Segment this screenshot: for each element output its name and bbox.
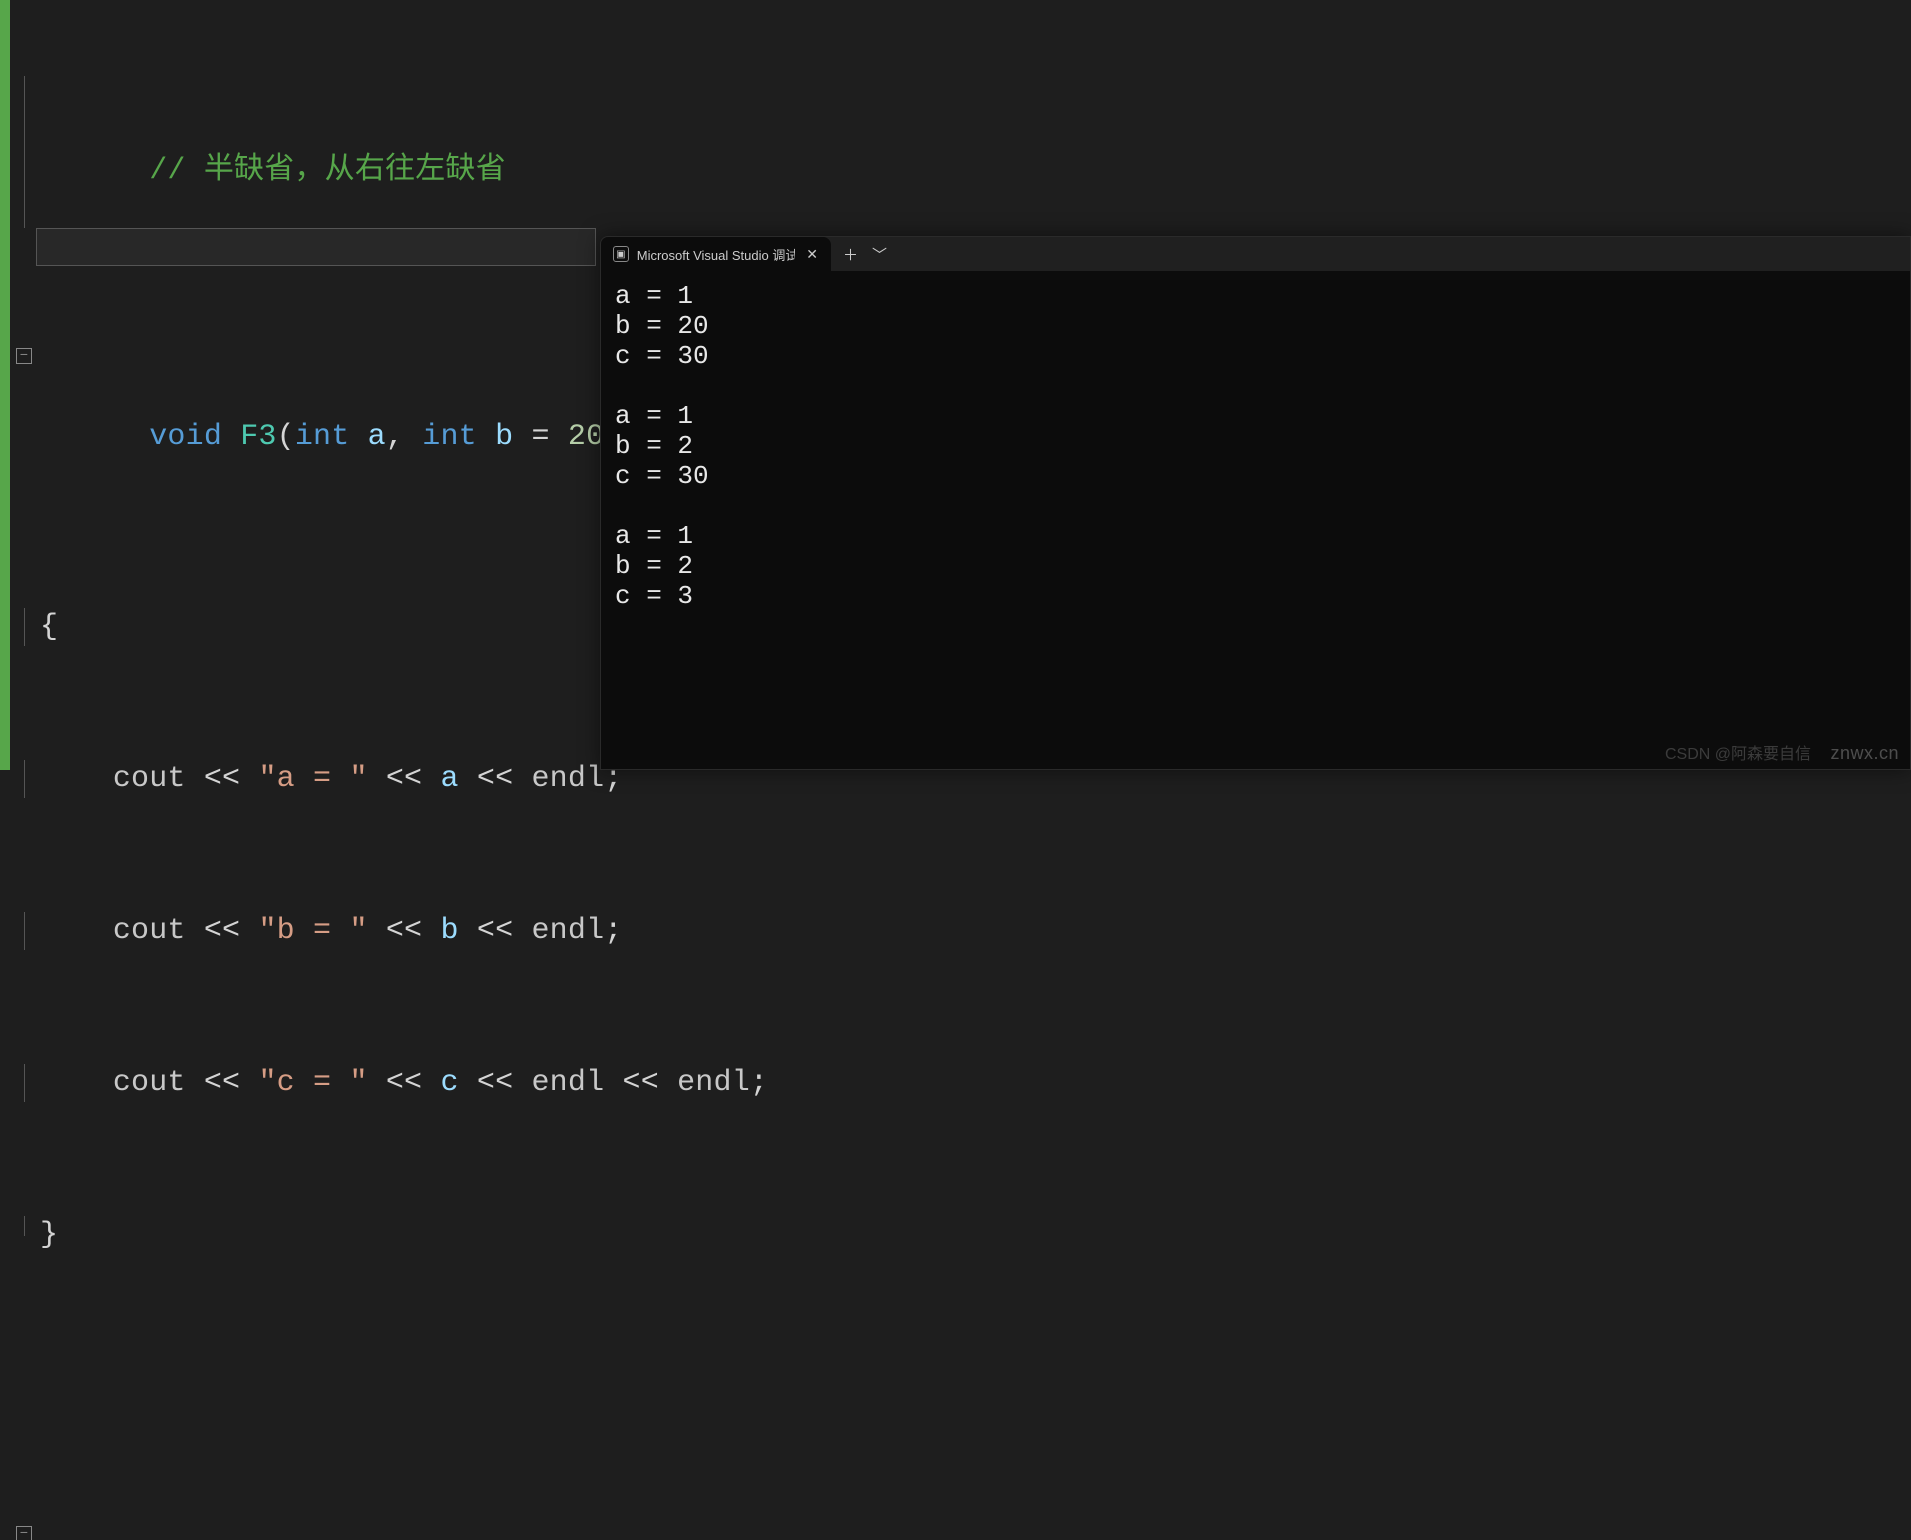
tab-dropdown-icon[interactable]: ﹀	[872, 244, 887, 265]
modified-indicator	[0, 0, 10, 770]
terminal-tab[interactable]: ▣ Microsoft Visual Studio 调试 ✕	[601, 237, 831, 271]
terminal-titlebar[interactable]: ▣ Microsoft Visual Studio 调试 ✕ ＋ ﹀	[601, 237, 1910, 271]
terminal-tab-title: Microsoft Visual Studio 调试	[637, 245, 796, 264]
terminal-icon: ▣	[613, 246, 629, 262]
debug-console-window[interactable]: ▣ Microsoft Visual Studio 调试 ✕ ＋ ﹀ a = 1…	[600, 236, 1911, 770]
terminal-output[interactable]: a = 1 b = 20 c = 30 a = 1 b = 2 c = 30 a…	[601, 271, 1910, 621]
code-content[interactable]: // 半缺省，从右往左缺省 − void F3(int a, int b = 2…	[20, 0, 1911, 1540]
watermark-text: znwx.cn	[1830, 743, 1899, 764]
code-comment: // 半缺省，从右往左缺省	[149, 154, 506, 188]
function-name: F3	[240, 420, 276, 454]
fold-toggle-icon[interactable]: −	[16, 348, 32, 364]
watermark-text: CSDN @阿森要自信	[1665, 740, 1811, 764]
close-icon[interactable]: ✕	[803, 245, 821, 263]
fold-toggle-icon[interactable]: −	[16, 1526, 32, 1540]
new-tab-button[interactable]: ＋	[843, 244, 858, 265]
code-editor[interactable]: // 半缺省，从右往左缺省 − void F3(int a, int b = 2…	[0, 0, 1911, 770]
